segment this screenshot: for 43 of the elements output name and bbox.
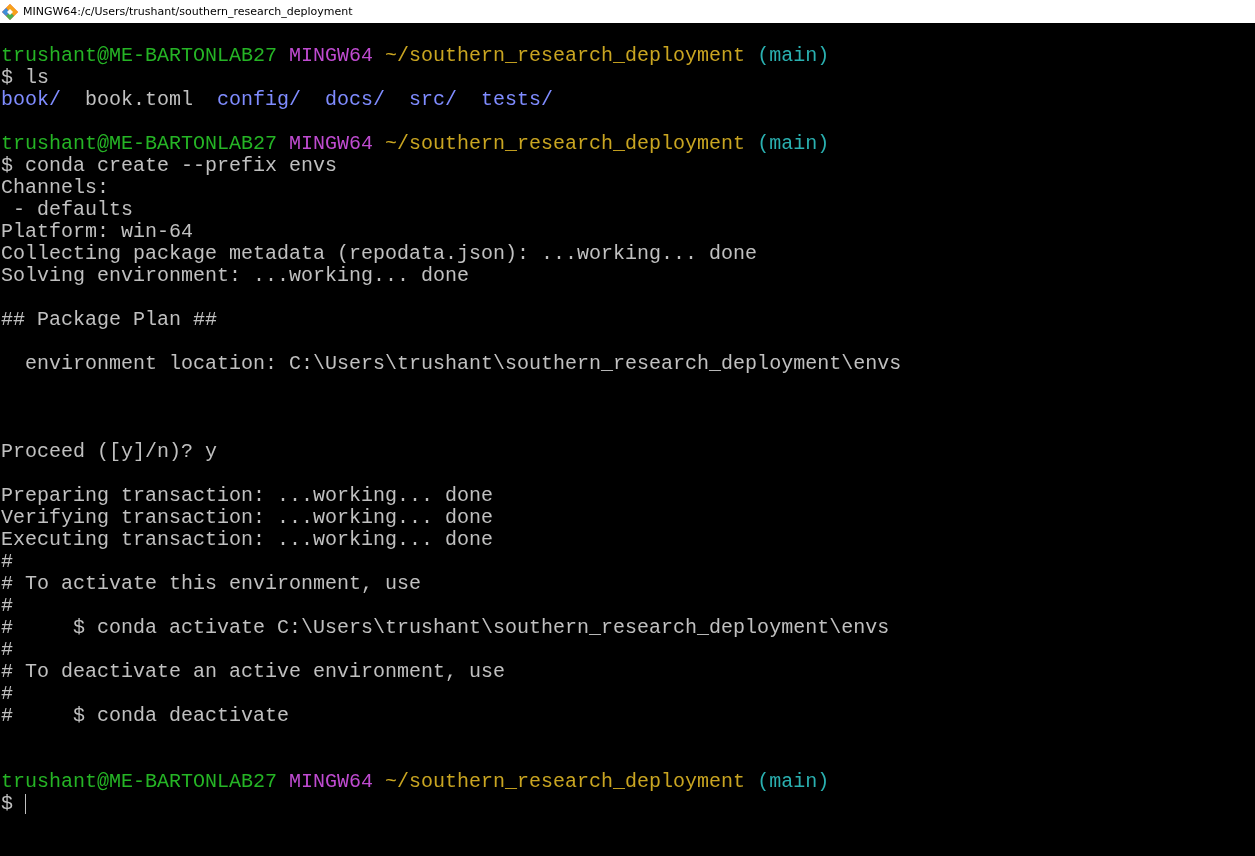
output-line: #: [1, 639, 13, 661]
prompt-path: ~/southern_research_deployment: [385, 771, 746, 793]
command-text: ls: [25, 67, 50, 89]
output-line: - defaults: [12, 199, 134, 221]
output-line: Executing transaction: ...working... done: [1, 529, 494, 551]
directory-entry: config/: [217, 89, 302, 111]
prompt-user-host: trushant@ME-BARTONLAB27: [1, 45, 278, 67]
output-line: #: [1, 595, 13, 617]
output-line: Platform: win-64: [1, 221, 194, 243]
output-line: Verifying transaction: ...working... done: [1, 507, 494, 529]
directory-entry: src/: [409, 89, 458, 111]
output-line: environment location: C:\Users\trushant\southern_research_deployment\envs: [24, 353, 902, 375]
prompt-branch: (main): [757, 771, 830, 793]
prompt-symbol: $: [1, 67, 13, 89]
prompt-path: ~/southern_research_deployment: [385, 45, 746, 67]
output-line: ## Package Plan ##: [1, 309, 218, 331]
prompt-path: ~/southern_research_deployment: [385, 133, 746, 155]
output-line: # $ conda activate C:\Users\trushant\southern_research_deployment\envs: [1, 617, 890, 639]
output-line: #: [1, 551, 13, 573]
output-line: # $ conda deactivate: [1, 705, 290, 727]
output-line: # To activate this environment, use: [1, 573, 422, 595]
prompt-user-host: trushant@ME-BARTONLAB27: [1, 771, 278, 793]
window-title: MINGW64:/c/Users/trushant/southern_research_deployment: [23, 5, 353, 18]
output-line: Solving environment: ...working... done: [1, 265, 470, 287]
output-line: Proceed ([y]/n)? y: [1, 441, 218, 463]
prompt-branch: (main): [757, 45, 830, 67]
output-line: Channels:: [1, 177, 110, 199]
directory-entry: book/: [1, 89, 61, 111]
prompt-system-name: MINGW64: [289, 771, 374, 793]
command-text: conda create --prefix envs: [25, 155, 338, 177]
prompt-symbol: $: [1, 793, 13, 815]
file-entry: book.toml: [85, 89, 194, 111]
prompt-symbol: $: [1, 155, 13, 177]
directory-entry: tests/: [481, 89, 554, 111]
output-line: Preparing transaction: ...working... done: [1, 485, 494, 507]
output-line: Collecting package metadata (repodata.json): ...working... done: [1, 243, 758, 265]
output-line: #: [1, 683, 13, 705]
prompt-system-name: MINGW64: [289, 133, 374, 155]
output-line: # To deactivate an active environment, use: [1, 661, 506, 683]
prompt-system-name: MINGW64: [289, 45, 374, 67]
directory-entry: docs/: [325, 89, 386, 111]
prompt-branch: (main): [757, 133, 830, 155]
prompt-user-host: trushant@ME-BARTONLAB27: [1, 133, 278, 155]
